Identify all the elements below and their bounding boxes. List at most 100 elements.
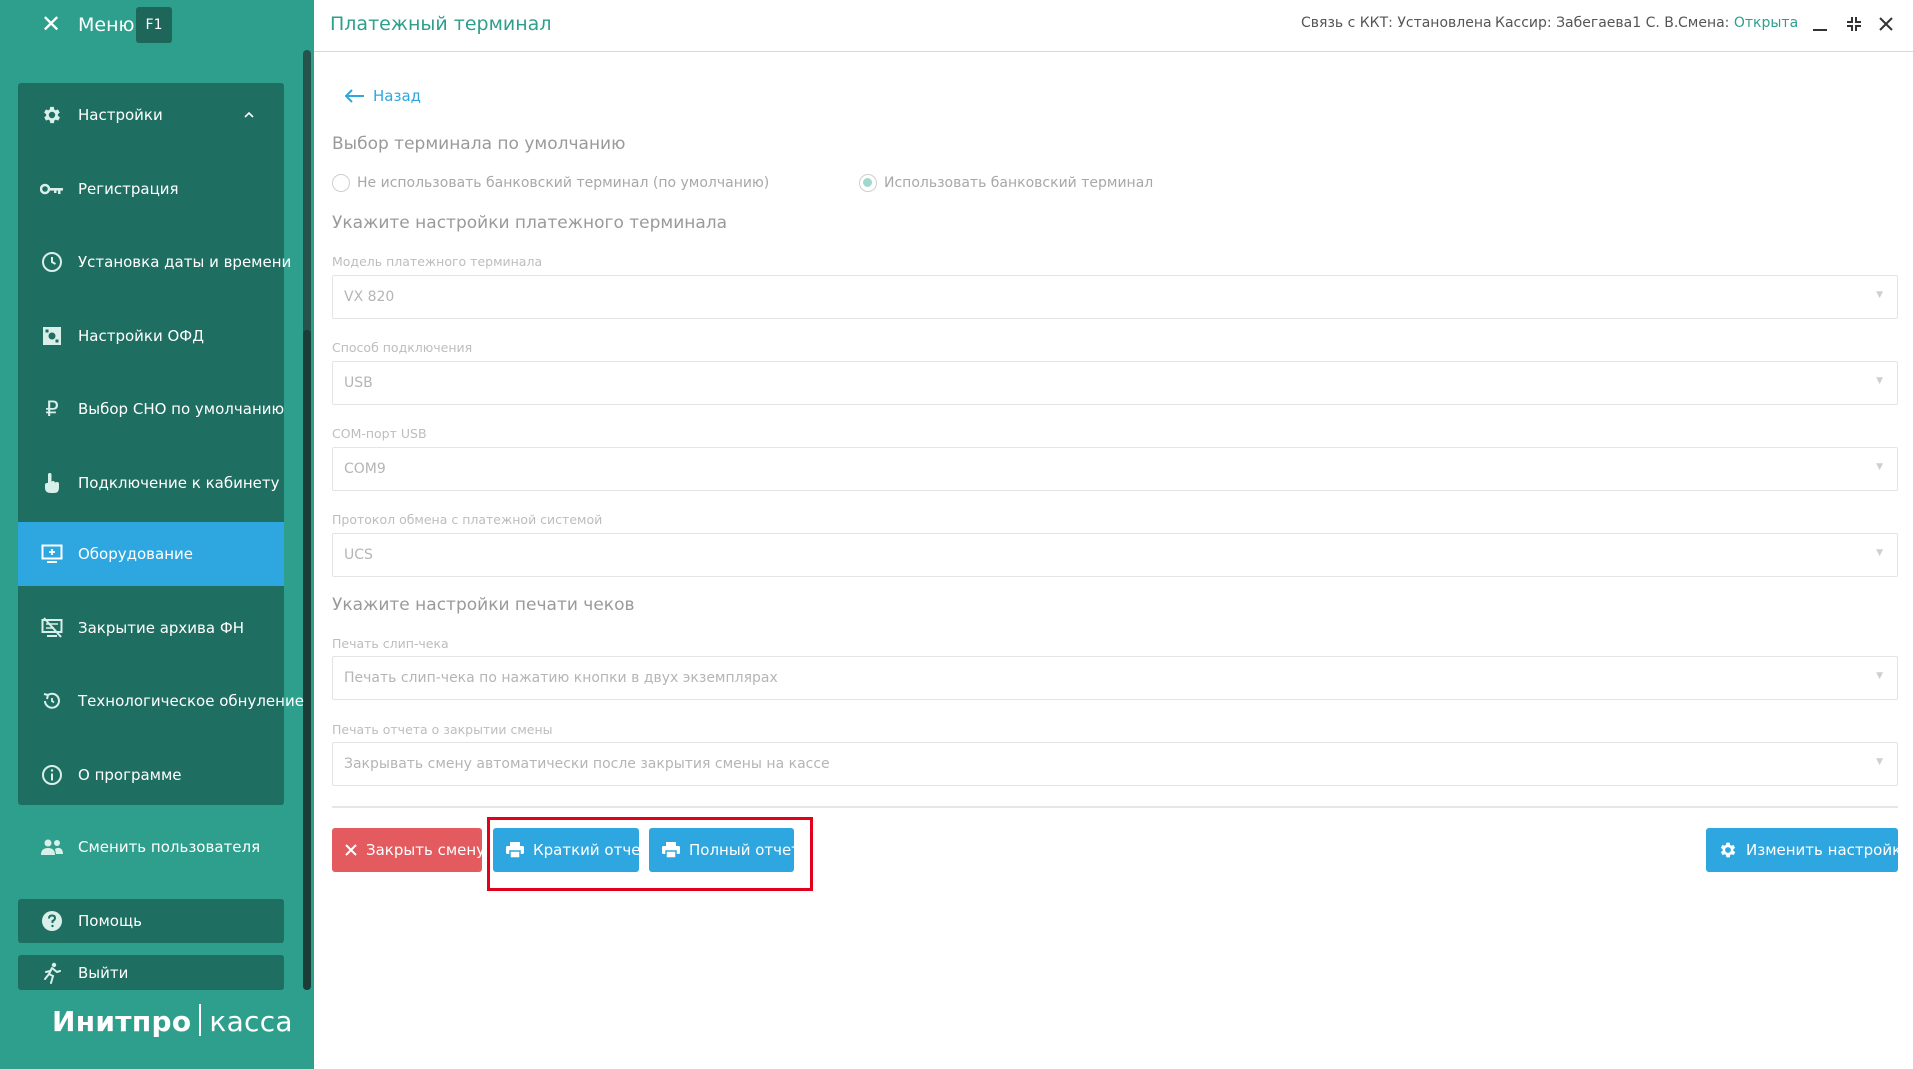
change-settings-button[interactable]: Изменить настройки [1706,828,1911,872]
dropdown-arrow-icon: ▼ [1876,290,1883,300]
menu-label: Меню [78,14,135,36]
sidebar: ✕ Меню F1 Настройки Регистрация Установк… [0,0,314,1069]
back-link[interactable]: Назад [344,86,422,106]
logo-brand: Инитпро [52,1005,192,1038]
highlight-frame [487,817,813,891]
users-icon [40,835,64,859]
radio-label: Не использовать банковский терминал (по … [357,175,770,191]
section-title-print-settings: Укажите настройки печати чеков [332,595,635,615]
select-value: USB [344,375,373,391]
sidebar-item-label: Настройки [78,106,163,124]
sidebar-item-settings[interactable]: Настройки [18,83,284,147]
dropdown-arrow-icon: ▼ [1876,462,1883,472]
restore-window-icon[interactable] [1842,12,1866,36]
slip-print-select[interactable]: Печать слип-чека по нажатию кнопки в дву… [332,656,1898,700]
shift-close-report-select[interactable]: Закрывать смену автоматически после закр… [332,742,1898,786]
sidebar-item-tech-reset[interactable]: Технологическое обнуление [18,669,304,733]
logo-product: касса [209,1005,293,1038]
cashier-name: Кассир: Забегаева1 С. В. [1495,15,1679,31]
sidebar-item-label: Подключение к кабинету [78,474,280,492]
radio-label: Использовать банковский терминал [884,175,1154,191]
sidebar-header: ✕ Меню F1 [0,0,314,50]
dropdown-arrow-icon: ▼ [1876,548,1883,558]
shift-close-report-label: Печать отчета о закрытии смены [332,722,553,737]
ruble-icon: ₽ [45,397,59,421]
com-port-label: COM-порт USB [332,426,427,441]
switch-user-label: Сменить пользователя [78,838,261,856]
divider [332,806,1898,808]
sidebar-item-label: Выбор СНО по умолчанию [78,400,285,418]
sidebar-item-label: О программе [78,766,182,784]
radio-no-terminal[interactable]: Не использовать банковский терминал (по … [332,174,769,192]
main-content: Назад Выбор терминала по умолчанию Не ис… [314,52,1913,1069]
select-value: VX 820 [344,289,395,305]
radio-circle-checked [859,174,877,192]
section-title-default-terminal: Выбор терминала по умолчанию [332,134,626,154]
sidebar-item-about[interactable]: О программе [18,743,284,807]
dropdown-arrow-icon: ▼ [1876,757,1883,767]
running-man-icon [40,961,64,985]
terminal-model-label: Модель платежного терминала [332,254,543,269]
com-port-select[interactable]: COM9 ▼ [332,447,1898,491]
chevron-up-icon [244,108,254,122]
clock-icon [40,250,64,274]
connection-method-label: Способ подключения [332,340,473,355]
help-label: Помощь [78,912,142,930]
sidebar-scrollbar-thumb[interactable] [303,330,311,990]
select-value: Печать слип-чека по нажатию кнопки в дву… [344,670,778,686]
monitor-icon [40,542,64,566]
gear-icon [1718,840,1738,860]
sidebar-item-ofd[interactable]: Настройки ОФД [18,304,284,368]
shift-status: Смена: Открыта [1678,15,1798,31]
arrow-left-icon [344,86,365,106]
switch-user-button[interactable]: Сменить пользователя [18,815,284,879]
section-title-terminal-settings: Укажите настройки платежного терминала [332,213,728,233]
sidebar-item-label: Настройки ОФД [78,327,204,345]
info-icon [40,763,64,787]
minimize-icon[interactable] [1808,12,1832,36]
reset-icon [40,689,64,713]
logout-button[interactable]: Выйти [18,955,284,990]
dropdown-arrow-icon: ▼ [1876,671,1883,681]
close-shift-button[interactable]: Закрыть смену [332,828,485,872]
shift-status-label: Смена: [1678,15,1730,31]
connection-method-select[interactable]: USB ▼ [332,361,1898,405]
exchange-protocol-label: Протокол обмена с платежной системой [332,512,603,527]
ofd-icon [40,324,64,348]
close-icon [344,843,358,857]
key-icon [40,177,64,201]
app-logo: Инитпро касса [52,1004,293,1039]
gear-icon [40,103,64,127]
sidebar-item-label: Технологическое обнуление [78,692,304,710]
sidebar-item-cabinet[interactable]: Подключение к кабинету [18,451,284,515]
close-window-icon[interactable] [1874,12,1898,36]
logo-separator [199,1004,202,1036]
select-value: COM9 [344,461,386,477]
sidebar-item-archive-close[interactable]: Закрытие архива ФН [18,596,284,660]
sidebar-item-registration[interactable]: Регистрация [18,157,284,221]
back-link-label: Назад [373,87,422,105]
f1-hotkey-badge: F1 [136,7,172,43]
sidebar-item-label: Закрытие архива ФН [78,619,245,637]
sidebar-item-datetime[interactable]: Установка даты и времени [18,230,291,294]
sidebar-item-equipment[interactable]: Оборудование [18,522,284,586]
select-value: UCS [344,547,373,563]
slip-print-label: Печать слип-чека [332,636,449,651]
sidebar-item-label: Установка даты и времени [78,253,292,271]
logout-label: Выйти [78,963,129,982]
radio-use-terminal[interactable]: Использовать банковский терминал [859,174,1153,192]
exchange-protocol-select[interactable]: UCS ▼ [332,533,1898,577]
sidebar-item-sno[interactable]: ₽ Выбор СНО по умолчанию [18,377,284,441]
close-menu-icon[interactable]: ✕ [38,11,64,37]
top-header: Платежный терминал Связь с ККТ: Установл… [314,0,1913,52]
dropdown-arrow-icon: ▼ [1876,376,1883,386]
sidebar-item-label: Регистрация [78,180,179,198]
page-title: Платежный терминал [330,13,552,35]
hand-pointer-icon [40,471,64,495]
help-button[interactable]: Помощь [18,899,284,943]
archive-close-icon [40,616,64,640]
terminal-model-select[interactable]: VX 820 ▼ [332,275,1898,319]
question-icon [40,909,64,933]
sidebar-item-label: Оборудование [78,545,193,563]
select-value: Закрывать смену автоматически после закр… [344,756,830,772]
